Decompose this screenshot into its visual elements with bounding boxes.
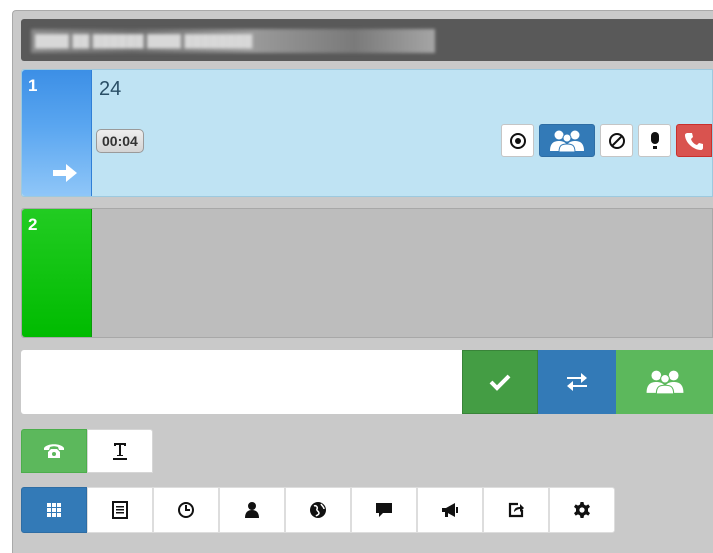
cog-icon — [574, 502, 590, 518]
line-1-tab[interactable]: 1 — [22, 70, 92, 196]
title-bar: ████ ██ ██████ ████ ████████ — [21, 19, 713, 61]
transfer-button[interactable] — [538, 350, 616, 414]
line-1-panel[interactable]: 1 24 00:04 — [21, 69, 713, 197]
reject-button[interactable] — [600, 124, 633, 157]
toolbar-settings-button[interactable] — [549, 487, 615, 533]
conference-button[interactable] — [539, 124, 595, 157]
comment-icon — [376, 503, 392, 517]
softphone-app: ████ ██ ██████ ████ ████████ 1 24 00:04 — [0, 0, 713, 553]
text-format-icon — [113, 443, 127, 460]
hangup-button[interactable] — [676, 124, 712, 157]
conference-call-button[interactable] — [616, 350, 713, 414]
phone-hangup-icon — [685, 132, 703, 150]
record-icon — [509, 132, 526, 149]
line-2-number: 2 — [28, 215, 38, 234]
call-button[interactable] — [462, 350, 538, 414]
toolbar-contacts-list-button[interactable] — [87, 487, 153, 533]
globe-icon — [310, 502, 326, 518]
list-icon — [112, 501, 128, 519]
share-icon — [508, 502, 524, 518]
mute-button[interactable] — [638, 124, 671, 157]
toolbar-web-button[interactable] — [285, 487, 351, 533]
toolbar-contacts-button[interactable] — [219, 487, 285, 533]
users-icon — [646, 370, 683, 395]
toolbar-chat-button[interactable] — [351, 487, 417, 533]
arrow-right-icon — [53, 164, 77, 182]
block-icon — [608, 132, 625, 149]
user-icon — [245, 502, 259, 518]
record-button[interactable] — [501, 124, 534, 157]
phone-icon — [44, 444, 64, 458]
tab-text[interactable] — [87, 429, 153, 473]
toolbar-dialpad-button[interactable] — [21, 487, 87, 533]
transfer-icon — [567, 373, 587, 391]
call-action-group — [501, 124, 712, 157]
title-text: ████ ██ ██████ ████ ████████ — [31, 29, 435, 53]
clock-icon — [178, 502, 194, 518]
bullhorn-icon — [442, 503, 458, 517]
grid-icon — [47, 503, 61, 517]
dial-number-input[interactable] — [21, 350, 462, 414]
check-icon — [489, 374, 511, 391]
toolbar-logout-button[interactable] — [483, 487, 549, 533]
tab-phone[interactable] — [21, 429, 87, 473]
line-1-number: 1 — [28, 76, 38, 95]
line-2-panel[interactable]: 2 — [21, 208, 713, 338]
line-2-tab[interactable]: 2 — [22, 209, 92, 337]
toolbar-history-button[interactable] — [153, 487, 219, 533]
microphone-icon — [650, 131, 659, 149]
users-icon — [550, 130, 584, 152]
toolbar-broadcast-button[interactable] — [417, 487, 483, 533]
call-timer: 00:04 — [96, 129, 144, 153]
line-1-dialed-number: 24 — [99, 78, 122, 100]
